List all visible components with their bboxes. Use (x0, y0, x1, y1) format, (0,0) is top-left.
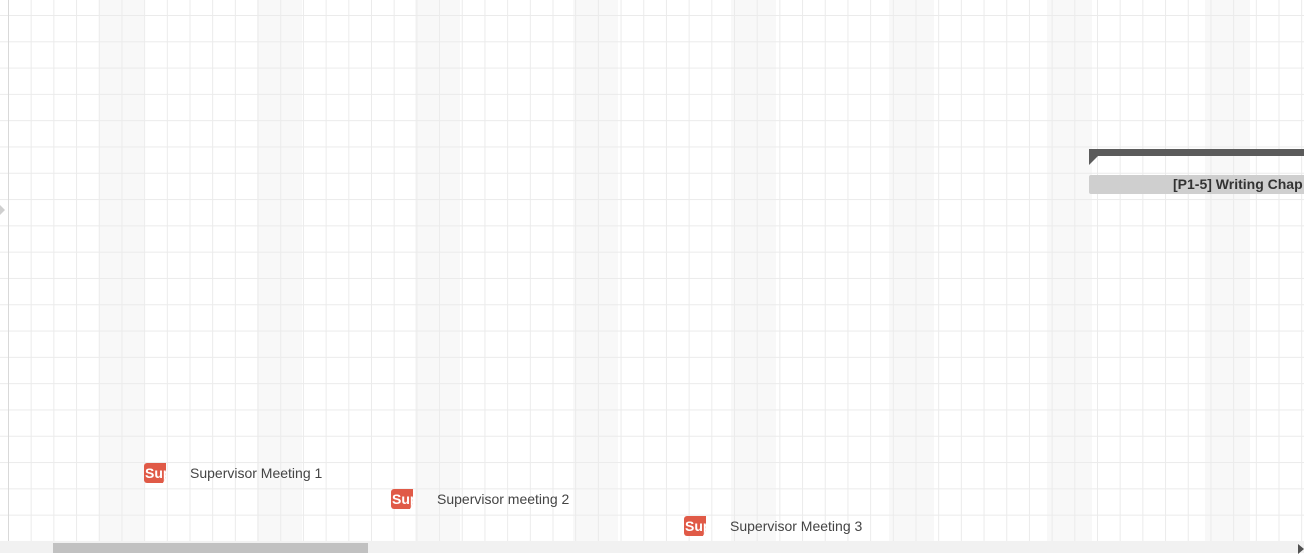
weekend-band (573, 0, 618, 541)
summary-task-label[interactable]: [P1-5] Writing Chap (1089, 175, 1304, 194)
gantt-timeline-canvas[interactable]: [P1-5] Writing Chap Sup Supervisor Meeti… (0, 0, 1304, 541)
horizontal-scrollbar[interactable] (0, 541, 1304, 554)
milestone-label: Supervisor Meeting 1 (190, 465, 323, 481)
weekend-band (257, 0, 302, 541)
milestone-label: Supervisor Meeting 3 (730, 518, 863, 534)
pane-divider[interactable] (8, 0, 9, 541)
weekend-band (1047, 0, 1092, 541)
summary-task-bar[interactable] (1089, 149, 1304, 156)
weekend-band (731, 0, 776, 541)
milestone-icon[interactable]: Sup (684, 516, 706, 536)
weekend-band (99, 0, 144, 541)
scrollbar-thumb[interactable] (53, 543, 368, 553)
summary-task-bar-start-marker (1089, 156, 1098, 165)
milestone-icon[interactable]: Sup (144, 463, 166, 483)
weekend-band (1205, 0, 1250, 541)
milestone-label: Supervisor meeting 2 (437, 491, 570, 507)
weekend-band (889, 0, 934, 541)
collapse-handle-icon[interactable] (0, 205, 5, 215)
weekend-band (415, 0, 460, 541)
milestone-icon[interactable]: Sup (391, 489, 413, 509)
